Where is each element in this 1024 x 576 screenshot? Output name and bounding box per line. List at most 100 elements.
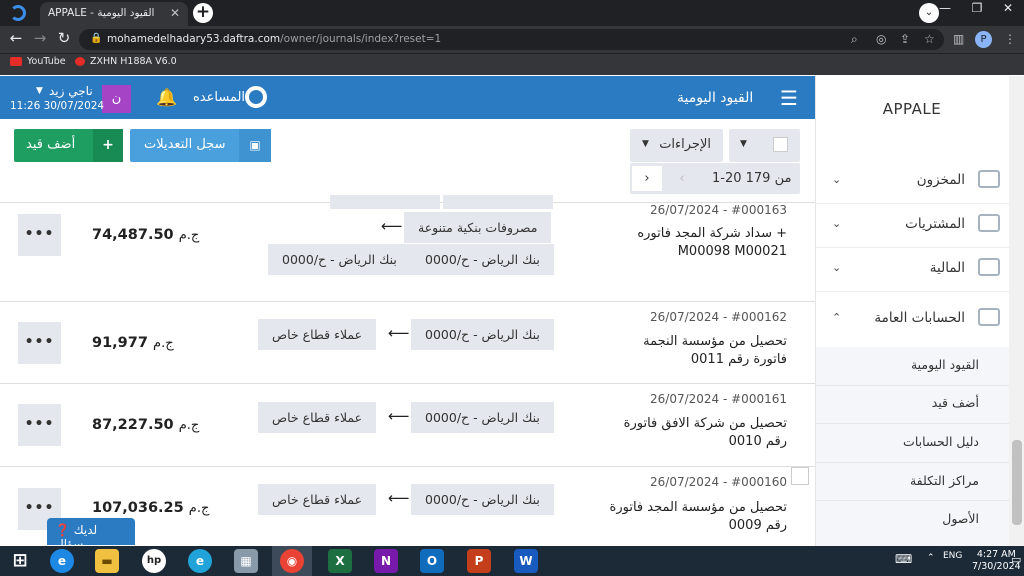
select-all-checkbox[interactable] (773, 137, 788, 152)
zoom-icon[interactable]: ⌕ (851, 32, 858, 47)
credit-account[interactable]: بنك الرياض - ح/0000 (268, 244, 411, 275)
pagination-next-button[interactable]: › (632, 166, 662, 191)
lock-icon[interactable]: 🔒 (90, 33, 102, 44)
bookmark-youtube[interactable]: YouTube (10, 56, 66, 67)
avatar[interactable]: ن (102, 85, 131, 113)
url-path: /owner/journals/index?reset=1 (280, 33, 442, 45)
arrow-icon: ⟵ (388, 407, 410, 425)
audit-log-label: سجل التعديلات (144, 137, 226, 152)
submenu-assets[interactable]: الأصول (942, 511, 979, 526)
credit-account[interactable]: عملاء قطاع خاص (258, 402, 377, 433)
user-name[interactable]: ناجي زيد (49, 84, 93, 98)
money-icon (978, 258, 1000, 276)
keyboard-icon[interactable]: ⌨ (895, 552, 912, 566)
submenu-journals[interactable]: القيود اليومية (911, 357, 979, 372)
credit-account[interactable]: عملاء قطاع خاص (258, 484, 377, 515)
select-all-dropdown[interactable]: ▼ (729, 129, 800, 162)
daftra-logo-icon (10, 5, 26, 21)
sidebar-item-label: المالية (929, 260, 965, 276)
sidebar-item-general-accounts[interactable]: الحسابات العامة ⌃ (816, 298, 1010, 346)
menu-toggle-icon[interactable]: ☰ (780, 86, 798, 110)
url-host: mohamedelhadary53.daftra.com (107, 33, 281, 45)
arrow-icon: ⟵ (388, 489, 410, 507)
onenote-icon[interactable]: N (374, 549, 398, 573)
lifebuoy-icon[interactable] (245, 86, 267, 108)
file-explorer-icon[interactable]: ▬ (95, 549, 119, 573)
calculator-icon[interactable]: ▦ (234, 549, 258, 573)
truck-icon (978, 214, 1000, 232)
row-more-button[interactable]: ••• (18, 322, 61, 364)
excel-icon[interactable]: X (328, 549, 352, 573)
chrome-icon[interactable]: ◉ (280, 549, 304, 573)
tab-close-icon[interactable]: ✕ (170, 6, 180, 20)
journal-description[interactable]: تحصيل من مؤسسة المجد فاتورة رقم 0009 (607, 499, 787, 535)
windows-start-icon[interactable]: ⊞ (8, 549, 32, 573)
actions-dropdown[interactable]: الإجراءات ▼ (630, 129, 723, 162)
browser-menu-icon[interactable]: ⋮ (1004, 32, 1016, 46)
restore-button[interactable]: ❐ (962, 1, 992, 15)
help-link[interactable]: المساعده (193, 90, 245, 105)
edge-icon[interactable]: e (188, 549, 212, 573)
share-icon[interactable]: ⇪ (900, 32, 910, 46)
debit-account[interactable]: بنك الرياض - ح/0000 (411, 319, 554, 350)
debit-account[interactable]: بنك الرياض - ح/0000 (411, 484, 554, 515)
minimize-button[interactable]: — (930, 1, 960, 15)
journal-row[interactable]: 26/07/2024 - #000161 تحصيل من شركة الافق… (0, 384, 815, 467)
amount-value: 87,227.50 (92, 417, 174, 433)
notifications-icon[interactable]: ▭ (1011, 553, 1021, 566)
bookmark-label: ZXHN H188A V6.0 (90, 56, 177, 67)
audit-log-button[interactable]: سجل التعديلات ▣ (130, 129, 271, 162)
row-more-button[interactable]: ••• (18, 214, 61, 256)
bookmark-router[interactable]: ZXHN H188A V6.0 (75, 56, 177, 67)
credit-account[interactable]: بنك الرياض - ح/0000 (411, 244, 554, 275)
ask-question-button[interactable]: ❓ لديك سؤال (47, 518, 135, 551)
row-checkbox[interactable] (791, 467, 809, 485)
user-caret-icon[interactable]: ▼ (36, 86, 43, 96)
side-panel-icon[interactable]: ▥ (953, 32, 964, 46)
amount-value: 107,036.25 (92, 500, 184, 516)
journal-row[interactable]: 26/07/2024 - #000162 تحصيل من مؤسسة النج… (0, 302, 815, 384)
add-journal-button[interactable]: أضف قيد + (14, 129, 123, 162)
word-icon[interactable]: W (514, 549, 538, 573)
profile-avatar[interactable]: P (975, 31, 992, 48)
box-icon (978, 170, 1000, 188)
credit-account[interactable]: عملاء قطاع خاص (258, 319, 377, 350)
divider (816, 462, 1010, 463)
journal-row[interactable]: 26/07/2024 - #000163 سداد شركة المجد فات… (0, 195, 815, 302)
sidebar-brand-area (815, 76, 1009, 168)
journal-description[interactable]: تحصيل من مؤسسة النجمة فاتورة رقم 0011 (607, 333, 787, 369)
row-more-button[interactable]: ••• (18, 404, 61, 446)
scrollbar-thumb[interactable] (1012, 440, 1022, 525)
journal-description[interactable]: سداد شركة المجد فاتوره + M00098 M00021 (587, 225, 787, 261)
journal-description[interactable]: تحصيل من شركة الافق فاتورة رقم 0010 (607, 415, 787, 451)
language-indicator[interactable]: ENG (943, 551, 962, 561)
reload-icon[interactable]: ↻ (54, 29, 74, 47)
bell-icon[interactable]: 🔔 (156, 88, 177, 108)
book-icon: ▣ (239, 129, 271, 162)
submenu-add-journal[interactable]: أضف قيد (932, 395, 979, 410)
pagination-prev-button[interactable]: ‹ (667, 166, 697, 191)
powerpoint-icon[interactable]: P (467, 549, 491, 573)
sidebar-item-purchases[interactable]: المشتريات ⌄ (816, 204, 1010, 248)
close-window-button[interactable]: ✕ (993, 1, 1023, 15)
hp-icon[interactable]: hp (142, 549, 166, 573)
brand-name[interactable]: APPALE (815, 100, 1009, 118)
browser-tab[interactable]: APPALE - القيود اليومية ✕ (40, 2, 188, 26)
debit-account[interactable]: بنك الرياض - ح/0000 (411, 402, 554, 433)
eye-off-icon[interactable]: ◎ (876, 32, 886, 46)
bookmark-star-icon[interactable]: ☆ (924, 32, 935, 46)
outlook-icon[interactable]: O (420, 549, 444, 573)
debit-account[interactable]: مصروفات بنكية متنوعة (404, 212, 552, 243)
ie-icon[interactable]: e (50, 549, 74, 573)
url-text[interactable]: mohamedelhadary53.daftra.com/owner/journ… (107, 33, 441, 45)
forward-icon[interactable]: → (30, 29, 50, 47)
back-icon[interactable]: ← (6, 29, 26, 47)
caret-down-icon: ▼ (642, 139, 649, 149)
journal-amount: 74,487.50 ج.م (92, 227, 199, 243)
submenu-cost-centers[interactable]: مراكز التكلفة (910, 473, 979, 488)
new-tab-button[interactable]: + (193, 3, 213, 23)
submenu-chart-of-accounts[interactable]: دليل الحسابات (903, 434, 979, 449)
sidebar-item-inventory[interactable]: المخزون ⌄ (816, 160, 1010, 204)
sidebar-item-finance[interactable]: المالية ⌄ (816, 248, 1010, 292)
tray-chevron-icon[interactable]: ⌃ (927, 553, 935, 563)
